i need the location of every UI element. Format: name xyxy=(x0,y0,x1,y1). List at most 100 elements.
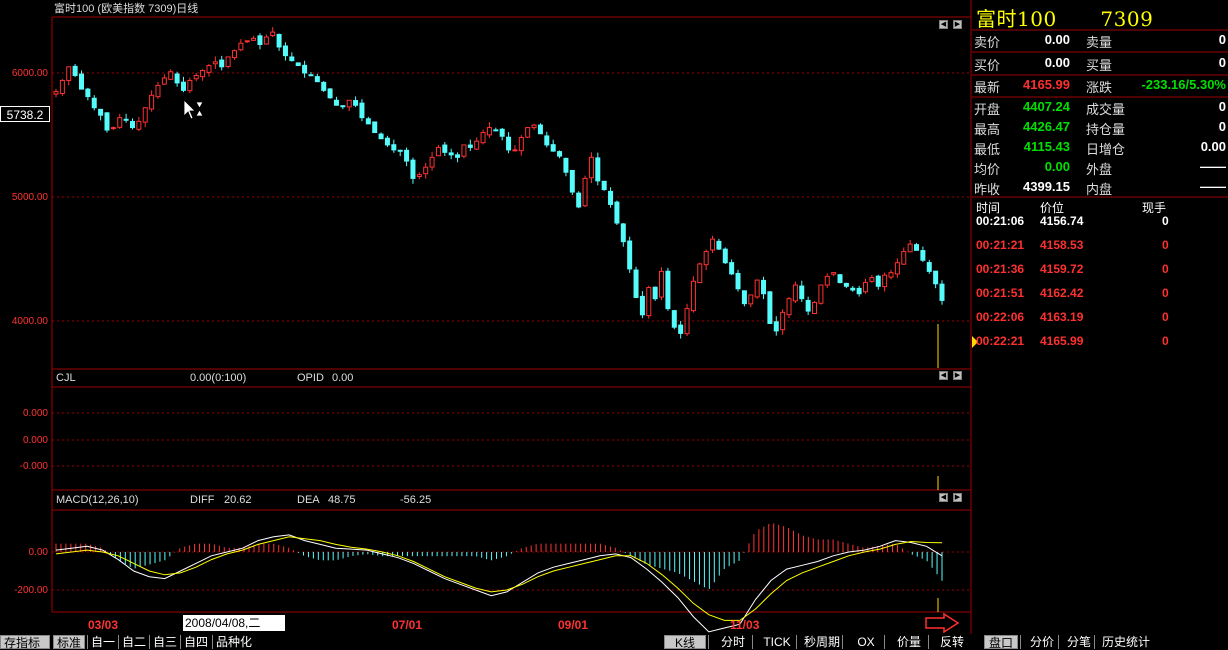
candle-body xyxy=(384,137,390,146)
candle-body xyxy=(601,180,607,191)
candle-body xyxy=(276,33,282,48)
tick-price: 4156.74 xyxy=(1040,214,1084,228)
macd-tick-0: 0.00 xyxy=(29,547,49,558)
candle-body xyxy=(920,250,926,261)
candle-body xyxy=(110,127,116,130)
candle-body xyxy=(563,157,569,173)
candle-body xyxy=(429,156,435,168)
quote-value: 4426.47 xyxy=(1023,119,1070,134)
dea-label: DEA xyxy=(297,494,320,506)
candle-body xyxy=(716,240,722,250)
bottom-tab-left-6[interactable]: 品种化 xyxy=(212,635,261,649)
tick-time: 00:21:36 xyxy=(976,262,1025,276)
quote-value: 4115.43 xyxy=(1023,139,1070,154)
quote-header: 富时100 7309 xyxy=(976,3,1153,32)
cjl-scroll-left-button[interactable]: ◀ xyxy=(939,371,948,380)
scroll-right-arrow-icon[interactable] xyxy=(925,612,960,634)
candle-body xyxy=(66,66,72,81)
candle-body xyxy=(786,298,792,316)
bottom-tab-right-0[interactable]: 盘口 xyxy=(984,635,1018,650)
candle-body xyxy=(939,283,945,301)
candle-body xyxy=(206,65,212,73)
quote-panel: 富时100 7309 卖价 0.00 卖量 0 买价 0.00 买量 0 最新 4165.99 涨跌… xyxy=(972,0,1228,634)
candle-body xyxy=(129,120,135,129)
candle-body xyxy=(435,146,441,157)
candle-body xyxy=(136,120,142,130)
price-scroll-right-button[interactable]: ▶ xyxy=(953,20,962,29)
bottom-tab-left-1[interactable]: 标准 xyxy=(53,635,85,650)
macd-value: -56.25 xyxy=(400,494,431,506)
candle-body xyxy=(761,279,767,295)
candle-body xyxy=(614,201,620,224)
cjl-name: CJL xyxy=(56,372,76,384)
candle-body xyxy=(155,84,161,98)
tick-row: 00:21:36 4159.72 0 xyxy=(972,262,1228,286)
candle-body xyxy=(225,56,231,68)
candle-body xyxy=(480,132,486,144)
bottom-tab-right-2[interactable]: 分笔 xyxy=(1058,635,1099,649)
tick-vol: 0 xyxy=(1162,238,1169,252)
candle-body xyxy=(251,37,257,41)
quote-value: 0.00 xyxy=(1044,159,1070,174)
candle-body xyxy=(671,310,677,328)
price-scroll-left-button[interactable]: ◀ xyxy=(939,20,948,29)
macd-scroll-right-button[interactable]: ▶ xyxy=(953,493,962,502)
candle-body xyxy=(678,324,684,334)
bottom-tab-mid-3[interactable]: 秒周期 xyxy=(796,635,847,649)
cjl-scroll-right-button[interactable]: ▶ xyxy=(953,371,962,380)
bottom-tab-right-3[interactable]: 历史统计 xyxy=(1094,635,1157,649)
candle-body xyxy=(812,301,818,314)
quote-label: 卖量 xyxy=(1086,35,1113,50)
diff-label: DIFF xyxy=(190,494,215,506)
cursor-date-box: 2008/04/08,二 xyxy=(182,614,286,632)
bottom-tab-mid-6[interactable]: 反转 xyxy=(928,635,975,649)
candle-body xyxy=(741,290,747,305)
candle-body xyxy=(219,59,225,68)
quote-row: 卖价 0.00 卖量 0 xyxy=(972,32,1228,52)
bottom-tab-mid-4[interactable]: OX xyxy=(842,635,889,649)
bottom-tab-mid-2[interactable]: TICK xyxy=(752,635,801,649)
candle-body xyxy=(557,151,563,157)
candle-body xyxy=(544,135,550,146)
candle-body xyxy=(627,240,633,270)
quote-code: 7309 xyxy=(1100,7,1154,31)
bottom-tab-mid-0[interactable]: K线 xyxy=(664,635,706,650)
bottom-tab-right-1[interactable]: 分价 xyxy=(1020,635,1063,649)
x-label-0901: 09/01 xyxy=(558,618,588,632)
candle-body xyxy=(378,133,384,140)
candle-body xyxy=(72,65,78,76)
x-label-1103: 11/03 xyxy=(730,618,760,632)
tick-row: 00:21:51 4162.42 0 xyxy=(972,286,1228,310)
opid-value: 0.00 xyxy=(332,372,353,384)
quote-label: 卖价 xyxy=(974,35,1001,50)
candle-body xyxy=(180,81,186,91)
macd-name: MACD(12,26,10) xyxy=(56,494,139,506)
x-label-0701: 07/01 xyxy=(392,618,422,632)
candle-body xyxy=(365,118,371,125)
candle-body xyxy=(856,287,862,295)
tick-price: 4162.42 xyxy=(1040,286,1084,300)
bottom-tab-left-0[interactable]: 存指标 xyxy=(0,635,50,650)
quote-value: 4399.15 xyxy=(1023,179,1070,194)
mouse-cursor-icon xyxy=(183,99,204,120)
candle-body xyxy=(282,45,288,57)
candle-body xyxy=(537,124,543,135)
candle-body xyxy=(525,127,531,138)
macd-dea-line xyxy=(55,536,943,621)
bottom-tab-mid-5[interactable]: 价量 xyxy=(884,635,933,649)
candle-body xyxy=(149,94,155,110)
candle-body xyxy=(161,77,167,85)
macd-scroll-left-button[interactable]: ◀ xyxy=(939,493,948,502)
tick-row: 00:21:21 4158.53 0 xyxy=(972,238,1228,262)
tick-price: 4159.72 xyxy=(1040,262,1084,276)
bottom-tab-mid-1[interactable]: 分时 xyxy=(708,635,757,649)
candle-body xyxy=(499,128,505,137)
quote-label: 日增仓 xyxy=(1086,142,1126,157)
cjl-tick-1: 0.000 xyxy=(23,408,48,419)
candle-body xyxy=(321,81,327,91)
tick-vol: 0 xyxy=(1162,262,1169,276)
quote-value: 0 xyxy=(1218,99,1226,114)
quote-value: -233.16/5.30% xyxy=(1141,77,1226,92)
tick-time: 00:22:21 xyxy=(976,334,1025,348)
quote-label: 最高 xyxy=(974,122,1001,137)
